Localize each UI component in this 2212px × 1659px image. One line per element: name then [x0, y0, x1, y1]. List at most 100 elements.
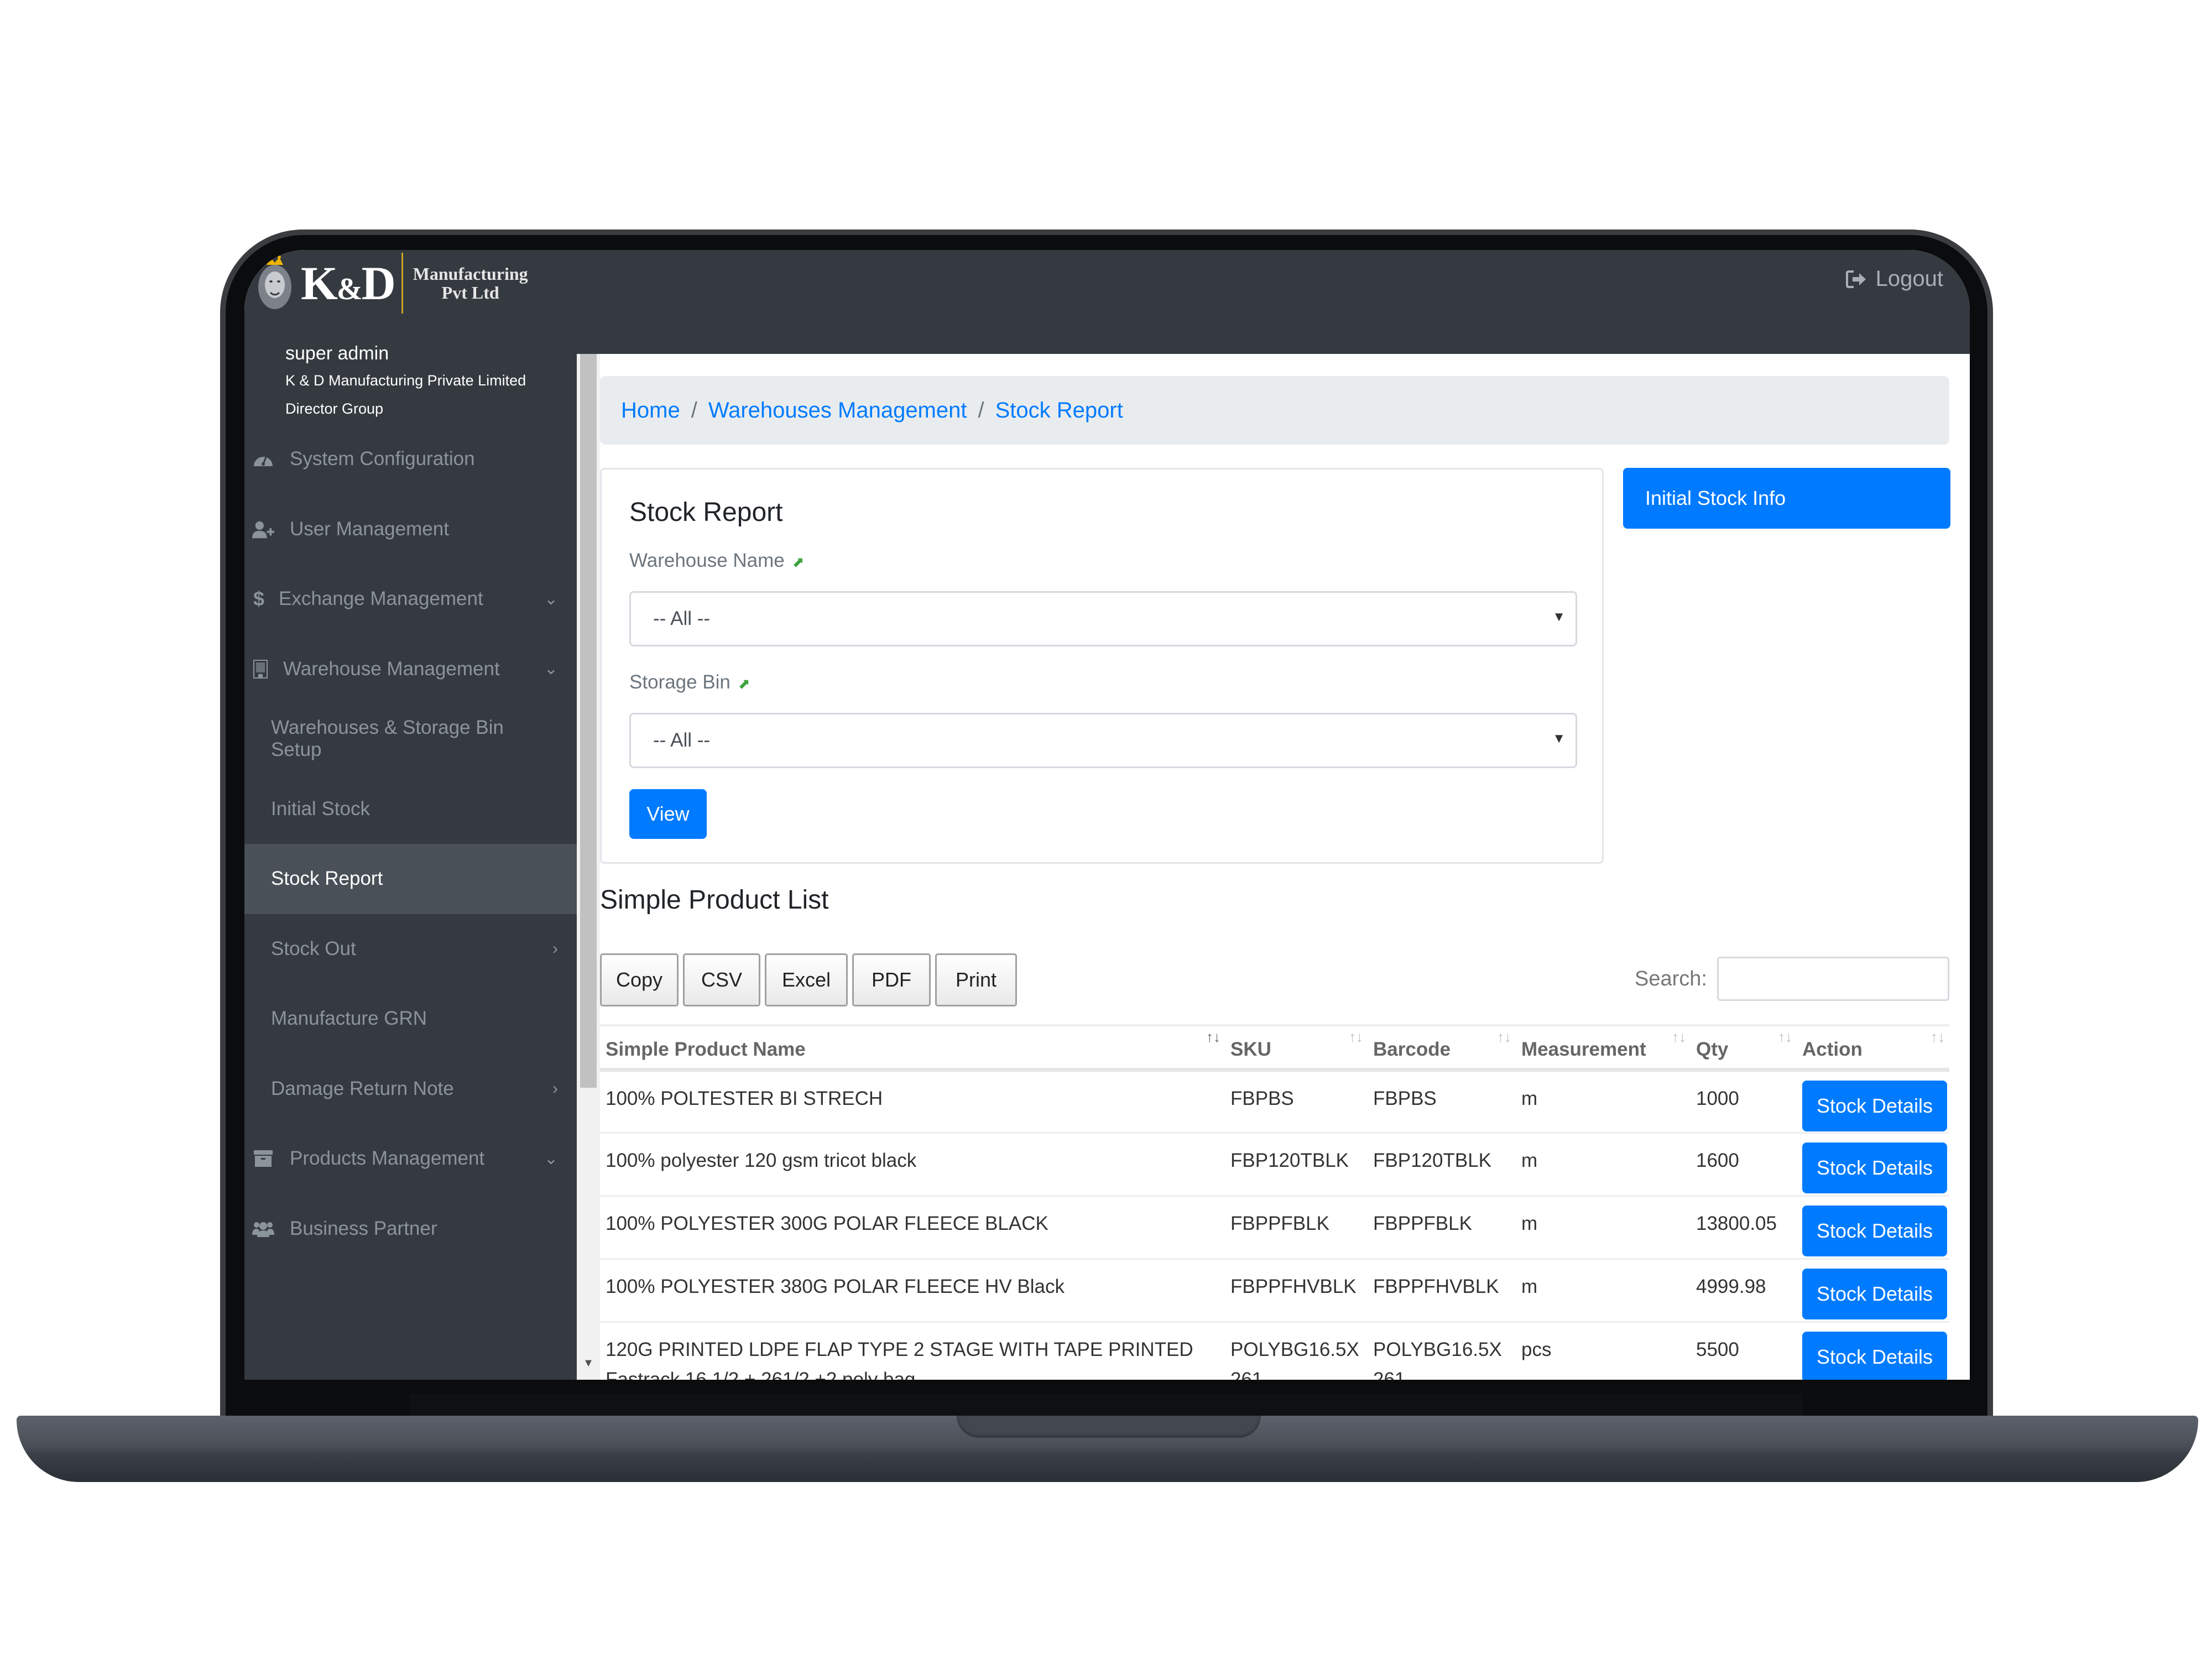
breadcrumb-stock-report[interactable]: Stock Report [995, 398, 1123, 423]
cell-sku: POLYBG16.5X261 [1225, 1322, 1368, 1380]
cell-measurement: m [1516, 1070, 1691, 1134]
sidebar-item-system-configuration[interactable]: System Configuration [244, 424, 577, 494]
warehouse-name-select[interactable]: -- All -- ▼ [629, 591, 1577, 646]
cell-barcode: FBPPFBLK [1368, 1196, 1516, 1260]
sidebar-item-warehouse-management[interactable]: Warehouse Management ⌄ [244, 634, 577, 705]
table-row: 100% POLYESTER 380G POLAR FLEECE HV Blac… [600, 1259, 1949, 1323]
stock-details-button[interactable]: Stock Details [1802, 1142, 1947, 1193]
brand-separator [401, 253, 403, 314]
cell-name: 100% polyester 120 gsm tricot black [600, 1133, 1225, 1197]
sidebar-item-exchange-management[interactable]: $ Exchange Management ⌄ [244, 564, 577, 634]
cell-qty: 4999.98 [1691, 1259, 1797, 1323]
cell-qty: 13800.05 [1691, 1196, 1797, 1260]
sidebar-item-initial-stock[interactable]: Initial Stock [244, 774, 577, 844]
users-group-icon [252, 1218, 274, 1240]
scrollbar-thumb[interactable] [580, 341, 597, 1088]
chevron-down-icon: ⌄ [544, 589, 558, 608]
breadcrumb: Home / Warehouses Management / Stock Rep… [600, 376, 1949, 445]
scroll-down-arrow-icon[interactable]: ▼ [577, 1347, 600, 1380]
column-header-sku[interactable]: SKU ↑↓ [1225, 1024, 1368, 1072]
stock-report-filter-card: Stock Report Warehouse Name ⬈ -- All -- ▼… [600, 468, 1604, 864]
sidebar-item-user-management[interactable]: User Management [244, 494, 577, 565]
chevron-right-icon: › [552, 939, 558, 958]
cell-qty: 5500 [1691, 1322, 1797, 1380]
caret-down-icon: ▼ [1552, 609, 1566, 624]
sidebar-item-manufacture-grn[interactable]: Manufacture GRN [244, 984, 577, 1054]
breadcrumb-home[interactable]: Home [621, 398, 680, 423]
laptop-base-notch [957, 1416, 1261, 1438]
sort-icon: ↑↓ [1672, 1029, 1686, 1045]
cell-barcode: POLYBG16.5X261 [1368, 1322, 1516, 1380]
breadcrumb-separator: / [978, 398, 984, 422]
cell-barcode: FBPPFHVBLK [1368, 1259, 1516, 1323]
user-group: Director Group [285, 400, 384, 417]
column-header-qty[interactable]: Qty ↑↓ [1691, 1024, 1797, 1072]
cell-qty: 1000 [1691, 1070, 1797, 1134]
user-name: super admin [285, 343, 389, 364]
sidebar: K&D Manufacturing Pvt Ltd super admin K … [244, 250, 577, 1380]
cell-sku: FBPPFBLK [1225, 1196, 1368, 1260]
cell-sku: FBPPFHVBLK [1225, 1259, 1368, 1323]
cell-barcode: FBP120TBLK [1368, 1133, 1516, 1197]
archive-box-icon [252, 1147, 274, 1170]
view-button[interactable]: View [629, 789, 707, 839]
stock-details-button[interactable]: Stock Details [1802, 1205, 1947, 1256]
logout-link[interactable]: Logout [1845, 267, 1943, 291]
stock-details-button[interactable]: Stock Details [1802, 1331, 1947, 1380]
brand-logo[interactable]: K&D Manufacturing Pvt Ltd [255, 250, 528, 316]
breadcrumb-separator: / [691, 398, 697, 422]
csv-button[interactable]: CSV [683, 953, 760, 1006]
sidebar-item-stock-out[interactable]: Stock Out › [244, 914, 577, 984]
sidebar-nav: System Configuration User Management $ E… [244, 424, 577, 1264]
cell-measurement: pcs [1516, 1322, 1691, 1380]
cell-action: Stock Details [1797, 1133, 1949, 1197]
laptop-hinge [409, 1394, 1803, 1416]
table-search: Search: [1635, 957, 1949, 1001]
search-label: Search: [1635, 967, 1707, 990]
chevron-down-icon: ⌄ [544, 1149, 558, 1168]
cell-name: 120G PRINTED LDPE FLAP TYPE 2 STAGE WITH… [600, 1322, 1225, 1380]
print-button[interactable]: Print [935, 953, 1017, 1006]
table-row: 100% polyester 120 gsm tricot black FBP1… [600, 1133, 1949, 1197]
lion-crown-logo-icon [258, 253, 291, 309]
cell-measurement: m [1516, 1133, 1691, 1197]
card-title: Stock Report [629, 498, 783, 527]
sidebar-item-stock-report[interactable]: Stock Report [244, 844, 577, 914]
column-header-name[interactable]: Simple Product Name ↑↓ [600, 1024, 1225, 1072]
storage-bin-select[interactable]: -- All -- ▼ [629, 713, 1577, 768]
brand-kd: K&D [301, 257, 396, 310]
column-header-measurement[interactable]: Measurement ↑↓ [1516, 1024, 1691, 1072]
main-content: Home / Warehouses Management / Stock Rep… [600, 354, 1970, 1380]
cell-sku: FBP120TBLK [1225, 1133, 1368, 1197]
excel-button[interactable]: Excel [765, 953, 848, 1006]
cell-measurement: m [1516, 1196, 1691, 1260]
table-row: 100% POLYESTER 300G POLAR FLEECE BLACK F… [600, 1196, 1949, 1260]
cell-name: 100% POLTESTER BI STRECH [600, 1070, 1225, 1134]
laptop-screen: K&D Manufacturing Pvt Ltd super admin K … [244, 250, 1970, 1380]
column-header-action[interactable]: Action ↑↓ [1797, 1024, 1949, 1072]
sidebar-item-damage-return-note[interactable]: Damage Return Note › [244, 1054, 577, 1124]
cell-measurement: m [1516, 1259, 1691, 1323]
sidebar-scrollbar[interactable]: ▲ ▼ [577, 319, 600, 1380]
product-list-title: Simple Product List [600, 885, 829, 915]
search-input[interactable] [1717, 957, 1949, 1001]
sidebar-item-business-partner[interactable]: Business Partner [244, 1194, 577, 1264]
dashboard-gauge-icon [252, 448, 274, 470]
sidebar-item-warehouses-storage-bin-setup[interactable]: Warehouses & Storage Bin Setup [244, 704, 577, 774]
cell-action: Stock Details [1797, 1322, 1949, 1380]
stock-details-button[interactable]: Stock Details [1802, 1080, 1947, 1131]
sidebar-item-products-management[interactable]: Products Management ⌄ [244, 1124, 577, 1194]
pdf-button[interactable]: PDF [852, 953, 931, 1006]
required-marker-icon: ⬈ [792, 554, 805, 570]
copy-button[interactable]: Copy [600, 953, 679, 1006]
breadcrumb-warehouses-management[interactable]: Warehouses Management [708, 398, 967, 423]
sort-icon: ↑↓ [1778, 1029, 1792, 1045]
stock-details-button[interactable]: Stock Details [1802, 1268, 1947, 1319]
product-table: Simple Product Name ↑↓ SKU ↑↓ Barcode ↑↓ Me… [600, 1024, 1949, 1380]
cell-sku: FBPBS [1225, 1070, 1368, 1134]
cell-barcode: FBPBS [1368, 1070, 1516, 1134]
initial-stock-info-button[interactable]: Initial Stock Info [1623, 468, 1950, 529]
table-row: 120G PRINTED LDPE FLAP TYPE 2 STAGE WITH… [600, 1322, 1949, 1380]
cell-action: Stock Details [1797, 1259, 1949, 1323]
column-header-barcode[interactable]: Barcode ↑↓ [1368, 1024, 1516, 1072]
